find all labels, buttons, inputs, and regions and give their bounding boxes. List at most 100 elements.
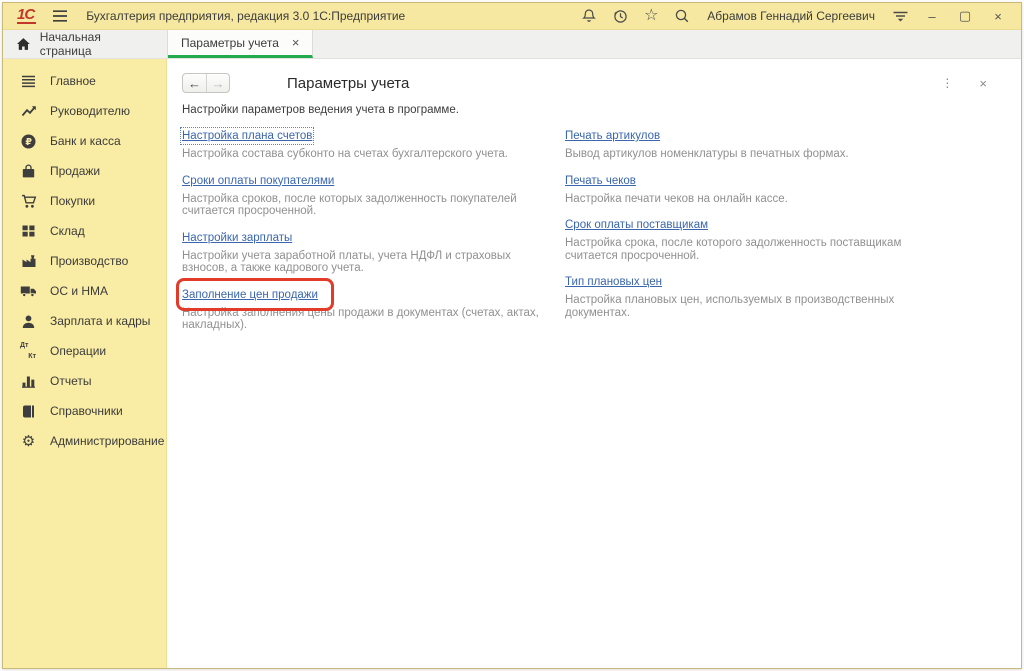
history-nav-group: ← → [182,73,230,93]
settings-columns: Настройка плана счетов Настройка состава… [182,126,1005,342]
maximize-button[interactable]: ▢ [952,6,978,26]
sidebar-item-label: Покупки [50,194,95,208]
chart-of-accounts-link[interactable]: Настройка плана счетов [182,129,312,143]
customer-payment-terms-link[interactable]: Сроки оплаты покупателями [182,174,334,188]
hamburger-icon [52,9,68,23]
accounting-parameters-panel: ← → Параметры учета ⋮ × Настройки параме… [167,59,1021,668]
svg-text:₽: ₽ [25,137,32,148]
setting-description: Настройки учета заработной платы, учета … [182,250,554,275]
bell-icon [581,8,597,24]
favorites-button[interactable]: ☆ [639,6,663,26]
titlebar-controls: ☆ Абрамов Геннадий Сергеевич – ▢ × [577,6,1011,26]
grid-boxes-icon [20,223,37,239]
tab-close-icon[interactable]: × [292,36,300,49]
setting-print-articles: Печать артикулов Вывод артикулов номенкл… [565,126,937,161]
sidebar-item-label: Администрирование [50,434,164,448]
setting-sales-price-filling: Заполнение цен продажи Настройка заполне… [182,285,554,332]
more-menu-icon[interactable]: ⋮ [941,77,953,90]
service-menu-icon [892,9,909,24]
sidebar: Главное Руководителю ₽ Банк и касса Прод… [3,59,167,668]
sidebar-item-label: Главное [50,74,96,88]
back-button[interactable]: ← [183,74,206,92]
setting-planned-price-type: Тип плановых цен Настройка плановых цен,… [565,272,937,319]
main-area: Главное Руководителю ₽ Банк и касса Прод… [3,59,1021,668]
notifications-button[interactable] [577,6,601,26]
ruble-circle-icon: ₽ [20,133,37,149]
panel-controls: ⋮ × [941,77,1005,90]
sidebar-item-main[interactable]: Главное [3,66,166,96]
setting-customer-payment-terms: Сроки оплаты покупателями Настройка срок… [182,171,554,218]
1c-logo-icon: 1С [17,8,36,24]
sidebar-item-label: Банк и касса [50,134,121,148]
menu-lines-icon [20,73,37,89]
sidebar-item-label: Операции [50,344,106,358]
cart-icon [20,193,37,209]
gear-icon: ⚙ [20,433,37,449]
sales-price-filling-link[interactable]: Заполнение цен продажи [182,288,318,302]
settings-column-left: Настройка плана счетов Настройка состава… [182,126,565,342]
sidebar-item-reports[interactable]: Отчеты [3,366,166,396]
bag-icon [20,163,37,179]
salary-settings-link[interactable]: Настройки зарплаты [182,231,292,245]
page-subtitle: Настройки параметров ведения учета в про… [182,104,1005,117]
forward-button[interactable]: → [206,74,229,92]
sidebar-item-label: Справочники [50,404,123,418]
sidebar-item-directories[interactable]: Справочники [3,396,166,426]
main-menu-button[interactable] [52,9,68,23]
sidebar-item-fixed-assets[interactable]: ОС и НМА [3,276,166,306]
setting-description: Настройка сроков, после которых задолжен… [182,193,554,218]
sidebar-item-bank-cash[interactable]: ₽ Банк и касса [3,126,166,156]
tab-accounting-parameters[interactable]: Параметры учета × [168,30,313,58]
sidebar-item-salary-hr[interactable]: Зарплата и кадры [3,306,166,336]
tab-home-page[interactable]: Начальная страница [3,30,168,58]
history-clock-icon [612,8,628,24]
sidebar-item-label: Склад [50,224,85,238]
setting-chart-of-accounts: Настройка плана счетов Настройка состава… [182,126,554,161]
sidebar-item-label: Зарплата и кадры [50,314,150,328]
close-window-button[interactable]: × [985,6,1011,26]
sidebar-item-warehouse[interactable]: Склад [3,216,166,246]
setting-supplier-payment-terms: Срок оплаты поставщикам Настройка срока,… [565,215,937,262]
setting-description: Настройка заполнения цены продажи в доку… [182,307,554,332]
sidebar-item-label: Руководителю [50,104,130,118]
trend-arrow-icon [20,103,37,119]
sidebar-item-manager[interactable]: Руководителю [3,96,166,126]
setting-description: Настройка печати чеков на онлайн кассе. [565,193,937,206]
bar-chart-icon [20,373,37,389]
settings-column-right: Печать артикулов Вывод артикулов номенкл… [565,126,1005,342]
sidebar-item-sales[interactable]: Продажи [3,156,166,186]
setting-print-receipts: Печать чеков Настройка печати чеков на о… [565,171,937,206]
app-window: 1С Бухгалтерия предприятия, редакция 3.0… [2,2,1022,669]
current-user[interactable]: Абрамов Геннадий Сергеевич [707,9,875,23]
page-title: Параметры учета [287,75,409,92]
title-bar: 1С Бухгалтерия предприятия, редакция 3.0… [3,3,1021,30]
sidebar-item-production[interactable]: Производство [3,246,166,276]
sidebar-item-label: Отчеты [50,374,91,388]
print-articles-link[interactable]: Печать артикулов [565,129,660,143]
sidebar-item-purchases[interactable]: Покупки [3,186,166,216]
red-annotation-box: Заполнение цен продажи [182,285,318,303]
setting-description: Настройка состава субконто на счетах бух… [182,148,554,161]
tab-bar: Начальная страница Параметры учета × [3,30,1021,59]
content-header: ← → Параметры учета ⋮ × [182,72,1005,94]
history-button[interactable] [608,6,632,26]
sidebar-item-administration[interactable]: ⚙ Администрирование [3,426,166,456]
setting-description: Настройка плановых цен, используемых в п… [565,294,937,319]
sidebar-item-label: Продажи [50,164,100,178]
setting-salary-settings: Настройки зарплаты Настройки учета зараб… [182,228,554,275]
tab-label: Начальная страница [40,30,154,58]
minimize-button[interactable]: – [919,6,945,26]
close-panel-icon[interactable]: × [979,77,987,90]
sidebar-item-operations[interactable]: Дт Кт Операции [3,336,166,366]
person-icon [20,313,37,329]
supplier-payment-terms-link[interactable]: Срок оплаты поставщикам [565,218,708,232]
truck-icon [20,283,37,299]
service-settings-button[interactable] [888,6,912,26]
sidebar-item-label: ОС и НМА [50,284,108,298]
print-receipts-link[interactable]: Печать чеков [565,174,636,188]
factory-icon [20,253,37,269]
book-icon [20,403,37,419]
search-button[interactable] [670,6,694,26]
sidebar-item-label: Производство [50,254,128,268]
planned-price-type-link[interactable]: Тип плановых цен [565,275,662,289]
